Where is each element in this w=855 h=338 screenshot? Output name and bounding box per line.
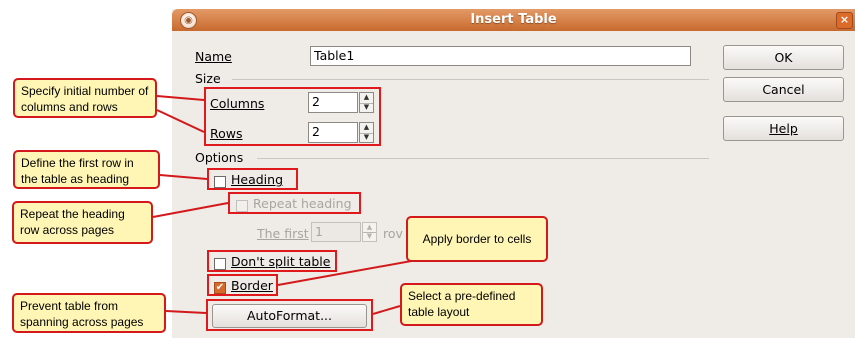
size-section-label: Size xyxy=(195,71,221,86)
dont-split-highlight xyxy=(207,250,337,272)
cancel-button[interactable]: Cancel xyxy=(723,77,844,102)
columns-rows-highlight xyxy=(204,87,381,146)
callout-columns-rows: Specify initial number of columns and ro… xyxy=(13,78,157,118)
options-section-label: Options xyxy=(195,150,244,165)
close-icon[interactable]: × xyxy=(836,12,853,29)
dialog-title: Insert Table xyxy=(470,12,557,27)
callout-heading: Define the first row in the table as hea… xyxy=(13,150,160,189)
callout-repeat-heading: Repeat the heading row across pages xyxy=(12,201,153,244)
spin-down-icon[interactable]: ▼ xyxy=(363,232,376,241)
size-separator xyxy=(232,79,709,80)
border-highlight xyxy=(207,274,278,296)
ok-button[interactable]: OK xyxy=(723,45,844,70)
options-separator xyxy=(257,158,709,159)
rows-suffix-label: rov xyxy=(383,226,403,241)
callout-autoformat: Select a pre-defined table layout xyxy=(400,283,543,326)
callout-dont-split: Prevent table from spanning across pages xyxy=(12,293,166,333)
callout-border: Apply border to cells xyxy=(406,216,548,262)
name-input[interactable]: Table1 xyxy=(310,46,691,66)
help-button[interactable]: Help xyxy=(723,116,844,141)
heading-highlight xyxy=(207,168,298,190)
name-label: Name xyxy=(195,49,232,64)
autoformat-highlight xyxy=(206,299,373,331)
the-first-stepper[interactable]: ▲ ▼ xyxy=(362,222,377,242)
the-first-input[interactable]: 1 xyxy=(311,222,361,242)
the-first-label: The first xyxy=(257,226,309,241)
repeat-heading-highlight xyxy=(228,192,361,214)
dialog-titlebar[interactable]: ◉ Insert Table × xyxy=(172,9,855,31)
